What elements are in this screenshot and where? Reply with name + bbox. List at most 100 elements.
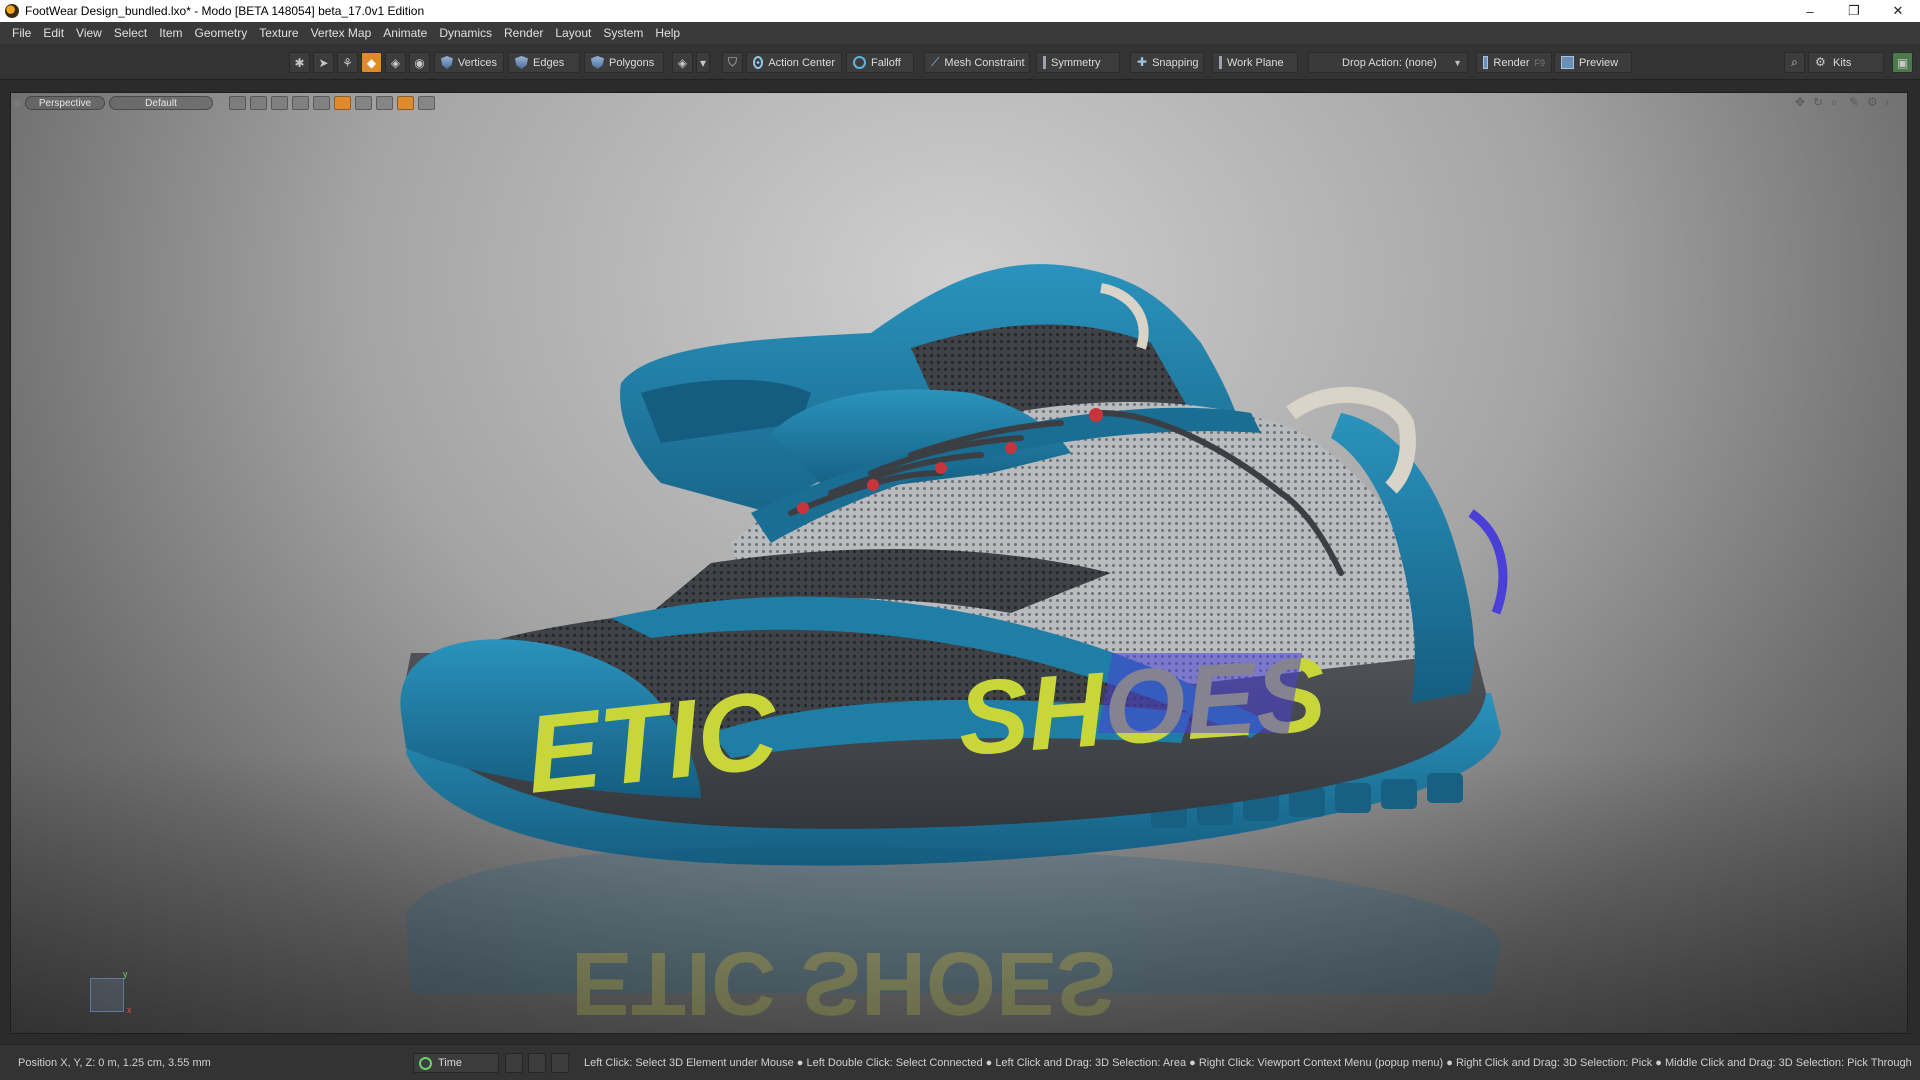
render-button[interactable]: Render F9 [1476, 52, 1552, 73]
menu-view[interactable]: View [70, 22, 108, 44]
work-plane-label: Work Plane [1227, 56, 1284, 69]
chevron-down-icon: ▼ [1453, 57, 1462, 68]
symmetry-shield-icon[interactable]: ⛉ [722, 52, 743, 73]
menu-bar: File Edit View Select Item Geometry Text… [0, 22, 1920, 44]
kits-label: Kits [1833, 56, 1852, 69]
restore-button[interactable]: ❐ [1832, 0, 1876, 22]
window-title: FootWear Design_bundled.lxo* - Modo [BET… [25, 4, 425, 18]
polygons-button[interactable]: Polygons [584, 52, 664, 73]
rotate-icon[interactable]: ↻ [1813, 96, 1826, 109]
modo-app-icon [5, 4, 19, 18]
viewport-header: Perspective Default [14, 95, 435, 111]
preview-label: Preview [1579, 56, 1619, 69]
position-readout: Position X, Y, Z: 0 m, 1.25 cm, 3.55 mm [18, 1057, 211, 1069]
viewport-menu-dot[interactable] [14, 99, 21, 107]
minimize-button[interactable]: – [1788, 0, 1832, 22]
layout-toggle-icon[interactable]: ▣ [1892, 52, 1913, 73]
edges-label: Edges [533, 56, 565, 69]
work-plane-icon [1219, 56, 1222, 69]
mesh-constraint-icon: ⟋ [931, 55, 940, 69]
items-mode-icon[interactable]: ⚘ [337, 52, 358, 73]
pen-icon[interactable]: ✎ [1849, 96, 1862, 109]
selection-type-icon[interactable]: ◈ [672, 52, 693, 73]
falloff-icon [853, 56, 866, 69]
polygons-label: Polygons [609, 56, 655, 69]
time-button[interactable]: Time [413, 1053, 499, 1073]
shade-texture-icon[interactable] [271, 96, 288, 110]
menu-render[interactable]: Render [498, 22, 549, 44]
render-label: Render [1493, 56, 1530, 69]
menu-edit[interactable]: Edit [37, 22, 70, 44]
viewport-style-dropdown[interactable]: Default [109, 96, 213, 110]
menu-help[interactable]: Help [649, 22, 686, 44]
center-mode-icon[interactable]: ◉ [409, 52, 430, 73]
symmetry-label: Symmetry [1051, 56, 1101, 69]
render-shortcut: F9 [1534, 57, 1545, 68]
grid-icon[interactable] [292, 96, 309, 110]
render-icon [1483, 56, 1489, 69]
menu-animate[interactable]: Animate [377, 22, 433, 44]
camera-icon[interactable] [313, 96, 330, 110]
menu-select[interactable]: Select [108, 22, 153, 44]
purple-logo-fade [1098, 653, 1303, 733]
chevron-right-icon[interactable]: › [1885, 96, 1898, 109]
shoe-render[interactable]: ETIC SHOES ETIC SHOES [11, 93, 1908, 1034]
falloff-button[interactable]: Falloff [846, 52, 914, 73]
menu-vertex-map[interactable]: Vertex Map [305, 22, 378, 44]
lighting-icon[interactable] [334, 96, 351, 110]
gear-icon[interactable]: ⚙ [1867, 96, 1880, 109]
action-center-icon [753, 56, 764, 69]
split-panel-icon[interactable] [551, 1053, 569, 1073]
pan-icon[interactable]: ✥ [1795, 96, 1808, 109]
3d-viewport[interactable]: ETIC SHOES ETIC SHOES [10, 92, 1908, 1034]
pivot-mode-icon[interactable]: ◈ [385, 52, 406, 73]
viewport-navigation: ✥ ↻ ⌕ ✎ ⚙ › [1795, 96, 1898, 109]
material-icon[interactable] [397, 96, 414, 110]
status-bar: Position X, Y, Z: 0 m, 1.25 cm, 3.55 mm … [0, 1044, 1920, 1080]
kits-button[interactable]: ⚙ Kits [1808, 52, 1884, 73]
menu-item[interactable]: Item [153, 22, 188, 44]
vertices-label: Vertices [457, 56, 497, 69]
menu-dynamics[interactable]: Dynamics [433, 22, 498, 44]
drop-action-dropdown[interactable]: Drop Action: (none) ▼ [1308, 52, 1468, 73]
layout-panel-icon[interactable] [528, 1053, 546, 1073]
snapping-button[interactable]: ✚ Snapping [1130, 52, 1204, 73]
materials-mode-icon[interactable]: ◆ [361, 52, 382, 73]
sole-text-front: ETIC [521, 668, 785, 817]
menu-texture[interactable]: Texture [253, 22, 304, 44]
symmetry-icon [1043, 56, 1046, 69]
vertices-button[interactable]: Vertices [434, 52, 504, 73]
shade-wire-icon[interactable] [229, 96, 246, 110]
menu-layout[interactable]: Layout [549, 22, 597, 44]
snapping-icon: ✚ [1137, 55, 1148, 69]
symmetry-button[interactable]: Symmetry [1036, 52, 1120, 73]
work-plane-button[interactable]: Work Plane [1212, 52, 1298, 73]
shade-solid-icon[interactable] [250, 96, 267, 110]
brush-icon[interactable] [418, 96, 435, 110]
polygons-icon [591, 56, 604, 69]
zoom-icon[interactable]: ⌕ [1831, 96, 1844, 109]
menu-geometry[interactable]: Geometry [189, 22, 254, 44]
menu-system[interactable]: System [597, 22, 649, 44]
edges-button[interactable]: Edges [508, 52, 580, 73]
edges-icon [515, 56, 528, 69]
mesh-constraint-button[interactable]: ⟋ Mesh Constraint [924, 52, 1030, 73]
main-toolbar: ✱ ➤ ⚘ ◆ ◈ ◉ Vertices Edges Polygons ◈ ▾ … [0, 44, 1920, 80]
search-icon[interactable]: ⌕ [1784, 52, 1805, 73]
menu-file[interactable]: File [6, 22, 37, 44]
preview-button[interactable]: Preview [1554, 52, 1632, 73]
falloff-label: Falloff [871, 56, 901, 69]
select-arrow-icon[interactable]: ➤ [313, 52, 334, 73]
shadow-icon[interactable] [355, 96, 372, 110]
y-axis-icon: y [123, 969, 128, 979]
snapping-label: Snapping [1152, 56, 1199, 69]
close-button[interactable]: ✕ [1876, 0, 1920, 22]
action-center-label: Action Center [768, 56, 835, 69]
selection-type-dropdown[interactable]: ▾ [696, 52, 710, 73]
view-mode-dropdown[interactable]: Perspective [25, 96, 105, 110]
action-center-button[interactable]: Action Center [746, 52, 842, 73]
info-icon[interactable] [376, 96, 393, 110]
timeline-toggle-icon[interactable] [505, 1053, 523, 1073]
drop-action-value: Drop Action: (none) [1342, 56, 1437, 69]
auto-select-icon[interactable]: ✱ [289, 52, 310, 73]
